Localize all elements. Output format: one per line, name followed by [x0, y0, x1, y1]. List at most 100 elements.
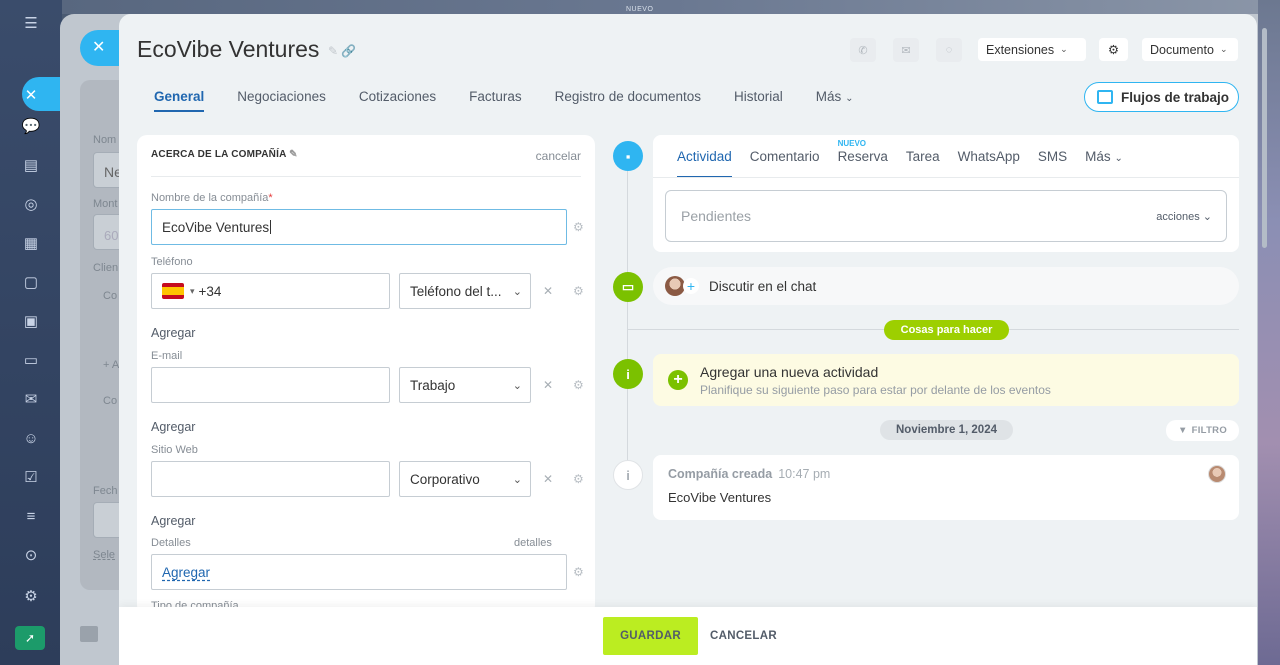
company-name-label: Nombre de la compañía* — [151, 192, 273, 204]
bg-label: 60 — [104, 228, 119, 243]
workflow-icon — [1097, 90, 1113, 104]
feed-icon[interactable]: ▤ — [21, 156, 41, 176]
cancel-button[interactable]: CANCELAR — [710, 617, 777, 655]
menu-icon[interactable]: ☰ — [21, 14, 41, 34]
spain-flag-icon[interactable] — [162, 283, 184, 299]
chevron-down-icon: ⌄ — [512, 379, 522, 392]
robot-icon[interactable]: ⊙ — [21, 546, 41, 566]
top-new-label: NUEVO — [626, 6, 654, 13]
phone-input[interactable]: ▾ +34 — [151, 273, 390, 309]
add-phone-link[interactable]: Agregar — [151, 326, 195, 340]
rocket-icon[interactable]: ➚ — [15, 626, 45, 650]
close-icon[interactable]: ✕ — [543, 472, 553, 486]
tab-more[interactable]: Más ⌄ — [1085, 149, 1123, 178]
tab-tarea[interactable]: Tarea — [906, 149, 940, 178]
discuss-in-chat[interactable]: + Discutir en el chat — [653, 267, 1239, 305]
activity-card: Actividad Comentario NUEVO Reserva Tarea … — [653, 135, 1239, 252]
company-name-value: EcoVibe Ventures — [162, 219, 270, 235]
gear-icon[interactable]: ⚙ — [573, 565, 584, 579]
details-add-link[interactable]: Agregar — [162, 565, 210, 580]
tab-facturas[interactable]: Facturas — [469, 89, 522, 112]
document-icon[interactable]: ▢ — [21, 273, 41, 293]
mail-icon[interactable]: ✉ — [893, 38, 919, 62]
bg-label: Sele — [93, 549, 116, 561]
filter-icon[interactable]: ≡ — [21, 507, 41, 527]
gear-icon[interactable]: ⚙ — [573, 472, 584, 486]
contacts-icon[interactable]: ☺ — [21, 429, 41, 449]
edit-link-icons[interactable]: ✎ 🔗 — [328, 44, 356, 58]
history-item: Compañía creada 10:47 pm EcoVibe Ventures — [653, 455, 1239, 520]
company-name-input[interactable]: EcoVibe Ventures — [151, 209, 567, 245]
add-activity-card[interactable]: + Agregar una nueva actividad Planifique… — [653, 354, 1239, 406]
gear-icon[interactable]: ⚙ — [573, 220, 584, 234]
tab-negociaciones[interactable]: Negociaciones — [237, 89, 326, 112]
tab-comentario[interactable]: Comentario — [750, 149, 820, 178]
workflows-button[interactable]: Flujos de trabajo — [1084, 82, 1239, 112]
card-icon[interactable]: ▭ — [21, 351, 41, 371]
extensions-button[interactable]: Extensiones ⌄ — [978, 38, 1086, 61]
pencil-icon[interactable]: ✎ — [289, 149, 298, 160]
company-slider: EcoVibe Ventures ✎ 🔗 ✆ ✉ ◌ Extensiones ⌄… — [119, 14, 1257, 665]
tab-general[interactable]: General — [154, 89, 205, 112]
tab-more-label: Más — [1085, 149, 1111, 164]
tab-sms[interactable]: SMS — [1038, 149, 1067, 178]
plus-icon[interactable]: + — [668, 370, 688, 390]
gear-icon[interactable]: ⚙ — [573, 378, 584, 392]
email-type-select[interactable]: Trabajo ⌄ — [399, 367, 531, 403]
add-email-link[interactable]: Agregar — [151, 420, 195, 434]
target-icon[interactable]: ◎ — [21, 195, 41, 215]
bg-label: Co — [103, 290, 118, 302]
tab-whatsapp[interactable]: WhatsApp — [958, 149, 1020, 178]
pending-input[interactable]: Pendientes acciones ⌄ — [665, 190, 1227, 242]
phone-type-select[interactable]: Teléfono del t... ⌄ — [399, 273, 531, 309]
date-pill: Noviembre 1, 2024 — [880, 420, 1013, 440]
actions-dropdown[interactable]: acciones ⌄ — [1156, 210, 1212, 223]
website-type-select[interactable]: Corporativo ⌄ — [399, 461, 531, 497]
tab-cotizaciones[interactable]: Cotizaciones — [359, 89, 436, 112]
pending-placeholder: Pendientes — [681, 208, 752, 224]
header: EcoVibe Ventures ✎ 🔗 ✆ ✉ ◌ Extensiones ⌄… — [119, 14, 1257, 122]
bg-label: Nom — [93, 134, 117, 146]
chevron-down-icon: ▾ — [190, 285, 195, 296]
gear-icon[interactable]: ⚙ — [573, 284, 584, 298]
chat-icon[interactable]: ◌ — [936, 38, 962, 62]
tab-more[interactable]: Más ⌄ — [816, 89, 854, 112]
extensions-label: Extensiones — [986, 42, 1055, 57]
gear-icon[interactable]: ⚙ — [21, 587, 41, 607]
task-icon[interactable]: ☑ — [21, 468, 41, 488]
details-label: Detalles — [151, 537, 191, 549]
tab-historial[interactable]: Historial — [734, 89, 783, 112]
mail-icon[interactable]: ✉ — [21, 390, 41, 410]
close-icon[interactable]: ✕ — [543, 378, 553, 392]
details-field[interactable]: Agregar — [151, 554, 567, 590]
filter-button[interactable]: ▼ FILTRO — [1166, 420, 1239, 441]
tab-registro-documentos[interactable]: Registro de documentos — [555, 89, 701, 112]
chevron-down-icon: ⌄ — [1060, 44, 1068, 54]
page-title[interactable]: EcoVibe Ventures — [137, 36, 319, 63]
website-label: Sitio Web — [151, 444, 198, 456]
add-website-link[interactable]: Agregar — [151, 514, 195, 528]
scrollbar[interactable] — [1262, 28, 1267, 248]
close-icon[interactable]: ✕ — [543, 284, 553, 298]
document-label: Documento — [1150, 42, 1214, 57]
tab-reserva[interactable]: NUEVO Reserva — [838, 139, 888, 178]
tab-actividad[interactable]: Actividad — [677, 149, 732, 178]
card-cancel-link[interactable]: cancelar — [536, 149, 581, 163]
document-button[interactable]: Documento ⌄ — [1142, 38, 1238, 61]
print-icon[interactable] — [80, 626, 98, 642]
phone-icon[interactable]: ✆ — [850, 38, 876, 62]
tab-bar: General Negociaciones Cotizaciones Factu… — [154, 89, 886, 112]
website-input[interactable] — [151, 461, 390, 497]
email-input[interactable] — [151, 367, 390, 403]
chevron-down-icon: ⌄ — [1219, 44, 1228, 54]
phone-value: +34 — [198, 283, 222, 299]
settings-button[interactable]: ⚙ — [1099, 38, 1128, 61]
chat-icon[interactable]: 💬 — [21, 117, 41, 137]
presentation-icon[interactable]: ▣ — [21, 312, 41, 332]
email-label: E-mail — [151, 350, 183, 362]
save-button[interactable]: GUARDAR — [603, 617, 698, 655]
close-icon[interactable]: ✕ — [21, 86, 41, 106]
details-link[interactable]: detalles — [514, 537, 552, 549]
plus-icon[interactable]: + — [683, 278, 699, 294]
calendar-icon[interactable]: ▦ — [21, 234, 41, 254]
